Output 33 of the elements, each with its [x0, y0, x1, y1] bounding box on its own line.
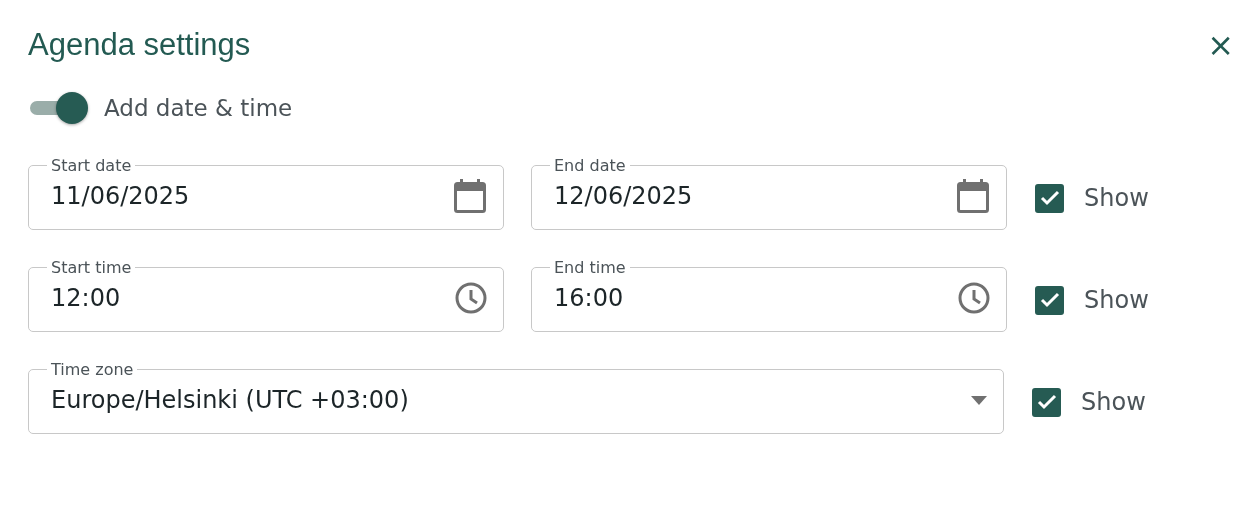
- clock-icon: [958, 282, 990, 315]
- close-button[interactable]: ×: [1203, 28, 1238, 61]
- checkbox[interactable]: [1035, 183, 1064, 213]
- checkbox[interactable]: [1035, 285, 1064, 315]
- field-value: 12/06/2025: [554, 181, 693, 213]
- toggle-switch[interactable]: [28, 91, 88, 126]
- checkbox-label: Show: [1084, 183, 1149, 215]
- toggle-label: Add date & time: [104, 94, 293, 124]
- field-label: Start date: [50, 157, 133, 174]
- checkbox-label: Show: [1084, 285, 1149, 317]
- dialog-title: Agenda settings: [28, 26, 251, 64]
- field-label: End time: [553, 259, 627, 276]
- time-field[interactable]: Start time 12:00: [28, 259, 504, 332]
- field-label: Time zone: [50, 361, 135, 378]
- field-label: Start time: [50, 259, 133, 276]
- field-value: Europe/Helsinki (UTC +03:00): [51, 385, 409, 417]
- field-label: End date: [553, 157, 627, 174]
- dropdown-field[interactable]: Time zone Europe/Helsinki (UTC +03:00): [28, 361, 1004, 434]
- field-value: 12:00: [51, 283, 121, 315]
- field-value: 16:00: [554, 283, 624, 315]
- date-field[interactable]: End date 12/06/2025: [531, 157, 1007, 230]
- checkbox[interactable]: [1032, 387, 1061, 417]
- checkmark-icon: [1039, 292, 1060, 309]
- time-field[interactable]: End time 16:00: [531, 259, 1007, 332]
- calendar-icon: [956, 178, 990, 215]
- dropdown-caret-icon: [971, 395, 987, 405]
- calendar-icon: [453, 178, 487, 215]
- checkbox-label: Show: [1081, 387, 1146, 419]
- clock-icon: [455, 282, 487, 315]
- field-value: 11/06/2025: [51, 181, 190, 213]
- checkmark-icon: [1036, 394, 1057, 411]
- date-field[interactable]: Start date 11/06/2025: [28, 157, 504, 230]
- checkmark-icon: [1039, 190, 1060, 207]
